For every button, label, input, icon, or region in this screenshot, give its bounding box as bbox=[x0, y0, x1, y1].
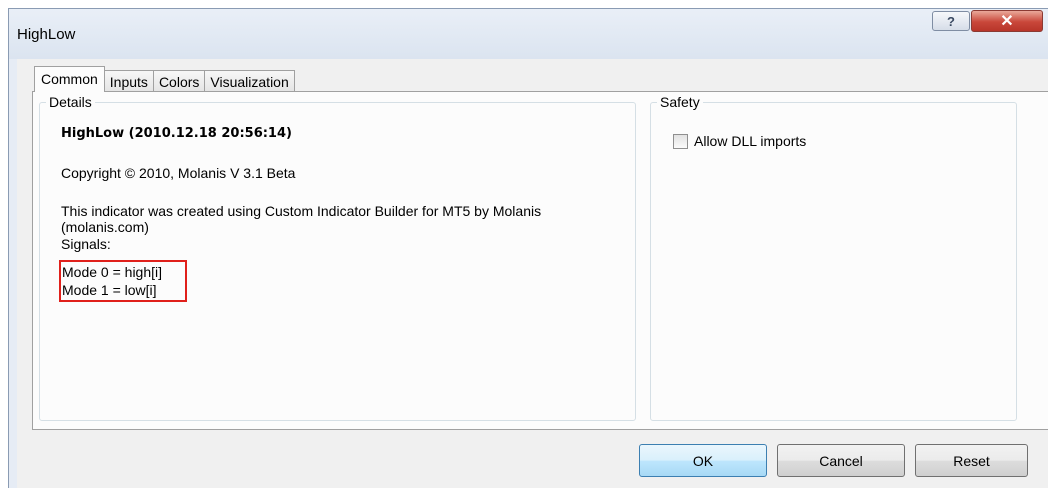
allow-dll-label[interactable]: Allow DLL imports bbox=[694, 133, 806, 149]
details-legend: Details bbox=[46, 94, 95, 110]
signals-highlight-box: Mode 0 = high[i] Mode 1 = low[i] bbox=[59, 260, 187, 302]
allow-dll-row[interactable]: Allow DLL imports bbox=[673, 133, 806, 149]
ok-button[interactable]: OK bbox=[639, 444, 767, 477]
tab-strip: Common Inputs Colors Visualization bbox=[34, 66, 295, 92]
allow-dll-checkbox[interactable] bbox=[673, 133, 688, 149]
tab-inputs[interactable]: Inputs bbox=[103, 70, 154, 92]
signal-mode-1: Mode 1 = low[i] bbox=[62, 282, 157, 298]
cancel-button[interactable]: Cancel bbox=[777, 444, 905, 477]
help-icon: ? bbox=[947, 13, 955, 29]
indicator-heading: HighLow (2010.12.18 20:56:14) bbox=[61, 126, 292, 141]
close-button[interactable]: ✕ bbox=[971, 10, 1043, 32]
safety-legend: Safety bbox=[657, 94, 703, 110]
details-group: Details HighLow (2010.12.18 20:56:14) Co… bbox=[39, 94, 636, 421]
title-bar[interactable]: HighLow ? ✕ bbox=[9, 9, 1048, 59]
tab-panel-common: Details HighLow (2010.12.18 20:56:14) Co… bbox=[32, 91, 1048, 430]
reset-button[interactable]: Reset bbox=[915, 444, 1028, 477]
dialog-window: HighLow ? ✕ Common Inputs Colors Visuali… bbox=[8, 8, 1048, 488]
window-title: HighLow bbox=[17, 26, 76, 43]
safety-group: Safety Allow DLL imports bbox=[650, 94, 1017, 421]
signals-label: Signals: bbox=[61, 236, 111, 252]
dialog-client-area: Common Inputs Colors Visualization Detai… bbox=[17, 59, 1048, 488]
tab-visualization[interactable]: Visualization bbox=[204, 70, 295, 92]
tab-common[interactable]: Common bbox=[34, 66, 105, 92]
copyright-text: Copyright © 2010, Molanis V 3.1 Beta bbox=[61, 165, 296, 181]
help-button[interactable]: ? bbox=[932, 11, 970, 31]
signal-mode-0: Mode 0 = high[i] bbox=[62, 264, 163, 280]
description-text: This indicator was created using Custom … bbox=[61, 203, 542, 235]
close-icon: ✕ bbox=[1000, 13, 1014, 30]
tab-colors[interactable]: Colors bbox=[152, 70, 206, 92]
